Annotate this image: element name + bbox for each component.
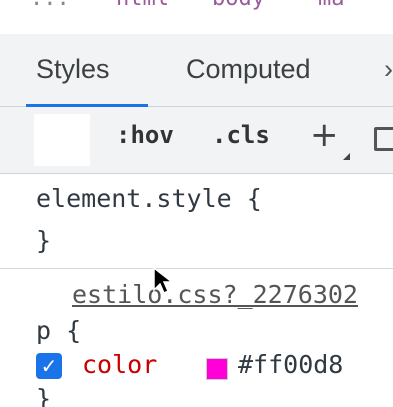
toggle-sidebar-icon[interactable] xyxy=(374,127,393,151)
breadcrumb-main[interactable]: ma xyxy=(318,0,345,11)
property-enabled-checkbox[interactable]: ✓ xyxy=(36,353,62,379)
more-tabs-chevron-icon[interactable]: › xyxy=(384,54,393,85)
rule-divider xyxy=(0,268,393,269)
new-style-rule-button[interactable]: + xyxy=(310,115,339,155)
property-name[interactable]: color xyxy=(82,350,157,379)
breadcrumb-body[interactable]: body xyxy=(212,0,265,11)
sidebar-tab-bar: Styles Computed › xyxy=(0,34,393,107)
breadcrumb-html[interactable]: html xyxy=(116,0,169,11)
hov-button[interactable]: :hov xyxy=(116,121,174,149)
color-swatch-icon[interactable] xyxy=(206,358,228,380)
tab-styles[interactable]: Styles xyxy=(36,54,110,85)
devtools-styles-panel: ... html body ma Styles Computed › :hov … xyxy=(0,0,393,407)
filter-input[interactable] xyxy=(34,114,90,166)
tab-computed[interactable]: Computed xyxy=(186,54,311,85)
stylesheet-source-link[interactable]: estilo.css?_2276302 xyxy=(72,280,358,309)
rule-selector[interactable]: p { xyxy=(36,316,81,345)
rule-close-brace: } xyxy=(36,384,52,407)
breadcrumb-ellipsis[interactable]: ... xyxy=(30,0,70,11)
cls-button[interactable]: .cls xyxy=(212,121,270,149)
styles-toolbar: :hov .cls + xyxy=(0,107,393,174)
mouse-cursor-icon xyxy=(153,266,175,295)
element-style-close-brace: } xyxy=(36,226,52,255)
new-style-rule-menu-icon[interactable] xyxy=(343,153,350,160)
element-style-selector[interactable]: element.style { xyxy=(36,184,262,213)
property-value[interactable]: #ff00d8 xyxy=(238,350,343,379)
dom-breadcrumb: ... html body ma xyxy=(0,0,393,16)
